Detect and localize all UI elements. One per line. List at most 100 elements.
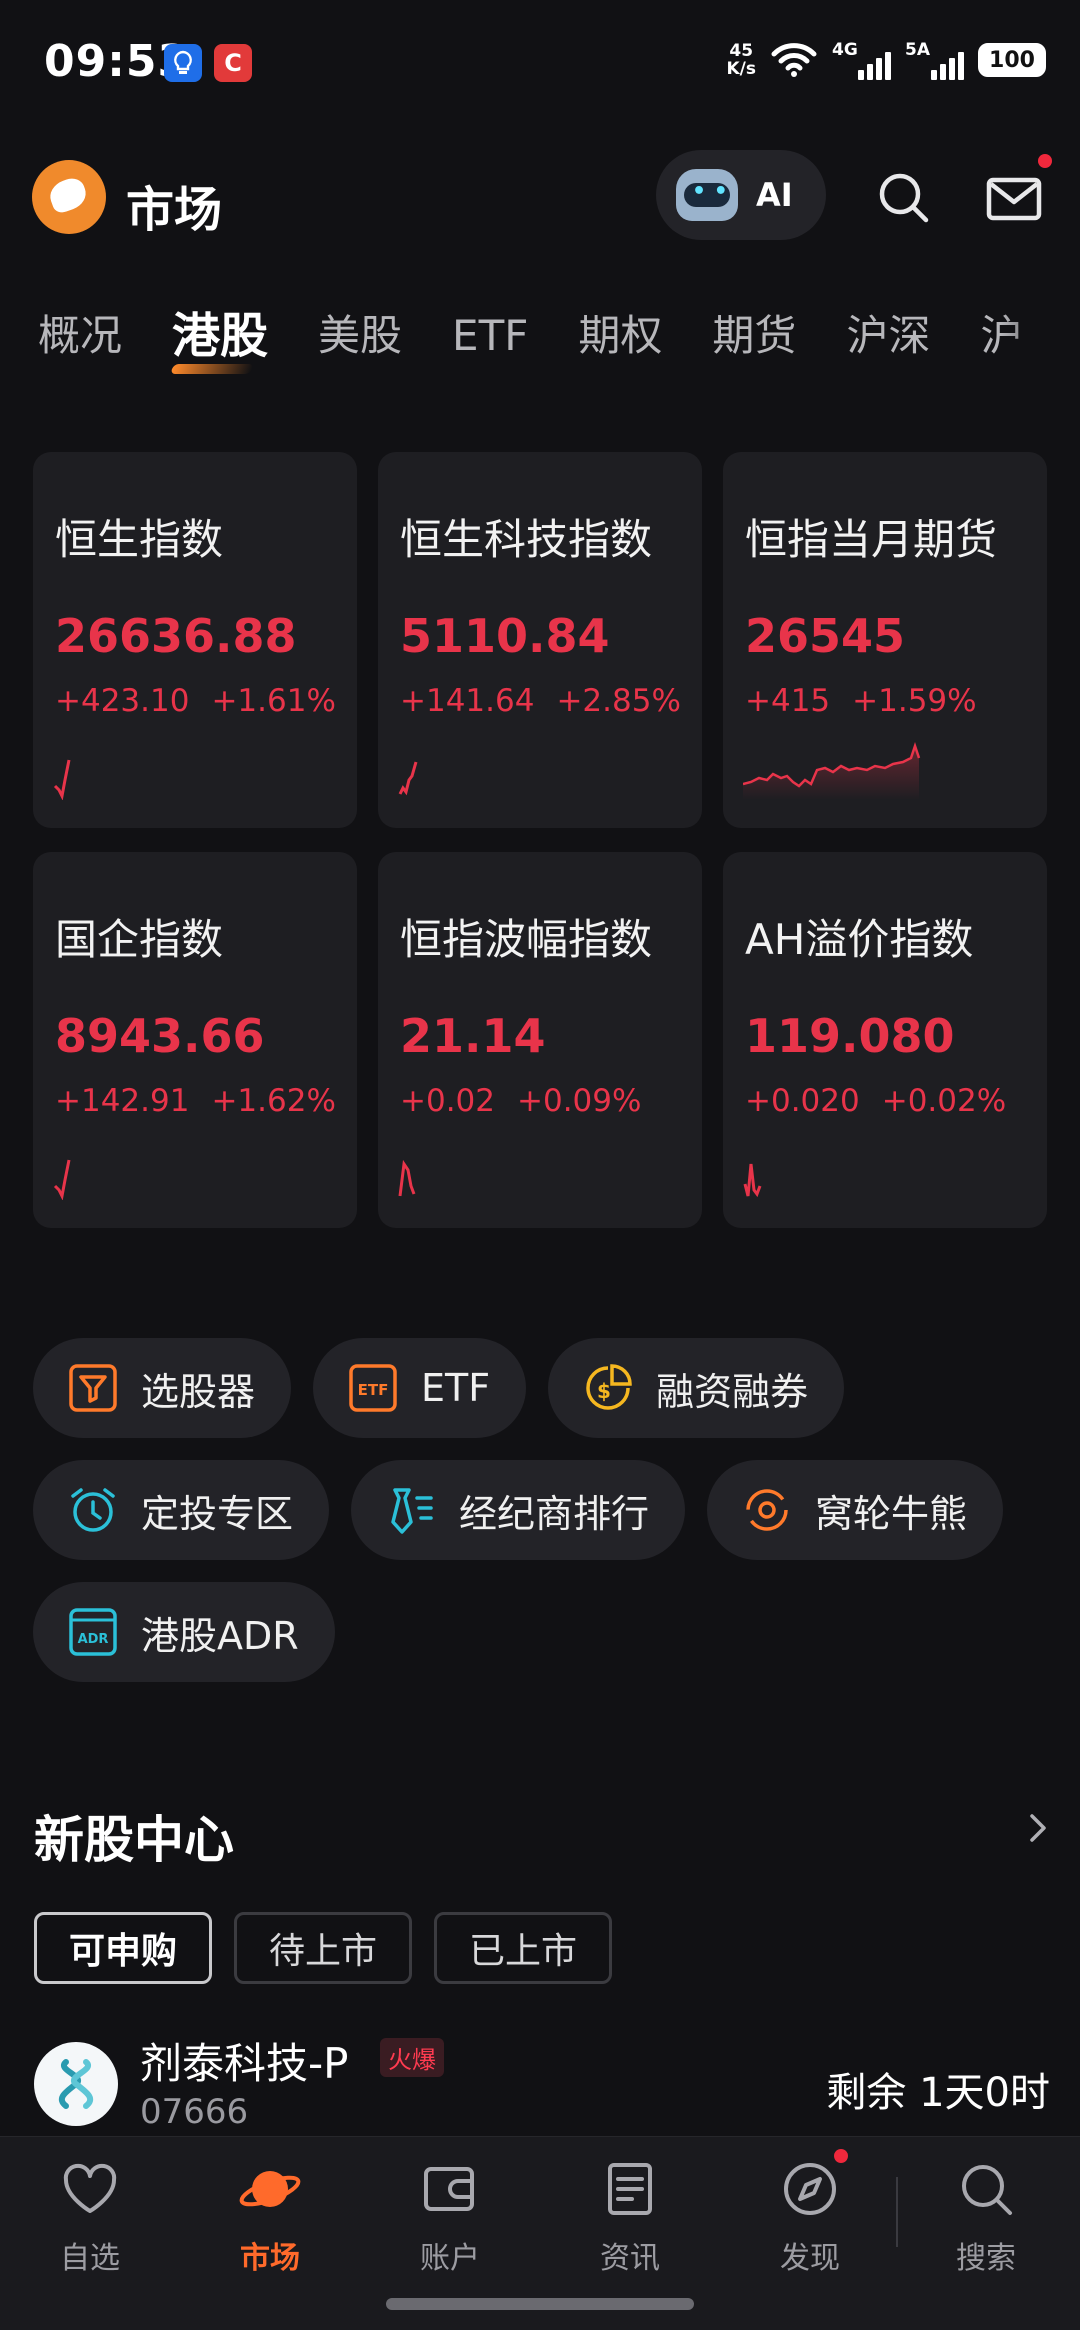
ai-label: AI (756, 176, 793, 214)
planet-icon (239, 2171, 301, 2207)
mail-icon[interactable] (984, 168, 1044, 228)
tab-us-stocks[interactable]: 美股 (318, 300, 402, 380)
tab-futures[interactable]: 期货 (712, 300, 796, 380)
nav-news[interactable]: 资讯 (540, 2157, 720, 2277)
index-card-vhsi[interactable]: 恒指波幅指数 21.14 +0.02 +0.09% (378, 852, 702, 1228)
quick-label: ETF (421, 1366, 491, 1410)
signal-5a-label: 5A (905, 40, 930, 60)
nav-label: 发现 (780, 2241, 840, 2276)
page-title: 市场 (126, 182, 223, 238)
ipo-list-item[interactable]: 剂泰科技-P 火爆 07666 剩余 1天0时 (34, 2030, 1050, 2140)
nav-discover[interactable]: 发现 (720, 2157, 900, 2277)
ipo-center-title[interactable]: 新股中心 (34, 1800, 234, 1872)
nav-label: 搜索 (956, 2241, 1016, 2276)
etf-icon: ETF (349, 1364, 397, 1412)
nav-market[interactable]: 市场 (180, 2157, 360, 2277)
margin-trading-button[interactable]: $ 融资融券 (548, 1338, 845, 1438)
index-price: 119.080 (745, 1009, 955, 1063)
tab-etf[interactable]: ETF (452, 300, 528, 380)
ai-assistant-button[interactable]: AI (656, 150, 826, 240)
tab-hk-stocks[interactable]: 港股 (172, 300, 268, 380)
chevron-right-icon[interactable] (1024, 1808, 1054, 1848)
nav-label: 资讯 (600, 2241, 660, 2276)
warrants-cbbc-button[interactable]: 窝轮牛熊 (707, 1460, 1004, 1560)
mail-notification-dot (1038, 154, 1052, 168)
etf-button[interactable]: ETF ETF (313, 1338, 527, 1438)
index-card-hsi-futures[interactable]: 恒指当月期货 26545 +415 +1.59% (723, 452, 1047, 828)
ipo-stock-code: 07666 (140, 2092, 249, 2132)
compass-icon (784, 2163, 836, 2215)
signal-5a: 5A (905, 40, 964, 80)
index-name: 恒指当月期货 (745, 515, 998, 564)
index-name: 恒指波幅指数 (400, 915, 653, 964)
index-name: AH溢价指数 (745, 915, 974, 964)
alarm-clock-icon (71, 1488, 115, 1532)
nav-label: 账户 (420, 2241, 480, 2276)
index-card-hscei[interactable]: 国企指数 8943.66 +142.91 +1.62% (33, 852, 357, 1228)
index-change-pct: +0.02% (881, 1083, 1007, 1119)
sparkline (743, 1163, 762, 1198)
index-cards: 恒生指数 26636.88 +423.10 +1.61% 恒生科技指数 5110.… (33, 452, 1047, 1228)
robot-icon (676, 169, 738, 221)
sparkline (398, 761, 418, 796)
index-card-hsi[interactable]: 恒生指数 26636.88 +423.10 +1.61% (33, 452, 357, 828)
battery-indicator: 100 (978, 43, 1046, 77)
home-indicator[interactable] (386, 2298, 694, 2310)
index-change: +415 (745, 683, 831, 719)
index-price: 8943.66 (55, 1009, 265, 1063)
header: 市场 AI (0, 150, 1080, 260)
index-change-pct: +1.61% (211, 683, 336, 719)
quick-label: 经纪商排行 (459, 1491, 650, 1536)
index-name: 国企指数 (55, 915, 224, 964)
heart-icon (63, 2163, 117, 2213)
rotate-icon (746, 1489, 788, 1531)
c-app-icon: C (214, 44, 252, 82)
tab-overview[interactable]: 概况 (38, 300, 122, 380)
quick-functions: 选股器 ETF ETF $ 融资融券 定投专区 经纪商排行 窝轮牛熊 ADR 港… (33, 1338, 1047, 1704)
quick-label: 选股器 (141, 1369, 256, 1414)
index-price: 26636.88 (55, 609, 297, 663)
svg-text:ADR: ADR (78, 1632, 109, 1647)
index-card-ah-premium[interactable]: AH溢价指数 119.080 +0.020 +0.02% (723, 852, 1047, 1228)
status-bar: 09:53 C 45 K/s 4G 5A 100 (0, 0, 1080, 130)
index-change: +142.91 (55, 1083, 190, 1119)
index-price: 5110.84 (400, 609, 610, 663)
sparkline (743, 742, 921, 800)
tab-options[interactable]: 期权 (578, 300, 662, 380)
status-indicators: 45 K/s 4G 5A 100 (726, 40, 1046, 80)
ipo-tab-upcoming[interactable]: 待上市 (234, 1912, 413, 1984)
index-change-pct: +1.62% (211, 1083, 336, 1119)
market-tabs: 概况 港股 美股 ETF 期权 期货 沪深 沪 (38, 300, 1080, 380)
ipo-tab-listed[interactable]: 已上市 (434, 1912, 613, 1984)
wifi-icon (771, 43, 817, 77)
index-card-hstech[interactable]: 恒生科技指数 5110.84 +141.64 +2.85% (378, 452, 702, 828)
tab-shanghai-shenzhen[interactable]: 沪深 (846, 300, 930, 380)
company-logo (34, 2042, 118, 2126)
quick-label: 融资融券 (656, 1369, 809, 1414)
nav-search[interactable]: 搜索 (896, 2157, 1076, 2277)
nav-watchlist[interactable]: 自选 (0, 2157, 180, 2277)
stock-screener-button[interactable]: 选股器 (33, 1338, 292, 1438)
index-change-pct: +0.09% (517, 1083, 642, 1119)
discover-notification-dot (834, 2149, 848, 2163)
quick-label: 窝轮牛熊 (815, 1491, 968, 1536)
tie-icon (391, 1488, 433, 1534)
nav-label: 市场 (240, 2241, 300, 2276)
hk-adr-button[interactable]: ADR 港股ADR (33, 1582, 335, 1682)
net-speed-value: 45 (729, 41, 754, 61)
sparkline (53, 1159, 71, 1200)
nav-label: 自选 (60, 2241, 120, 2276)
ipo-tabs: 可申购 待上市 已上市 (34, 1912, 613, 1984)
ipo-tab-subscribable[interactable]: 可申购 (34, 1912, 213, 1984)
regular-investment-button[interactable]: 定投专区 (33, 1460, 330, 1560)
nav-account[interactable]: 账户 (360, 2157, 540, 2277)
broker-ranking-button[interactable]: 经纪商排行 (351, 1460, 686, 1560)
index-change: +141.64 (400, 683, 535, 719)
signal-4g: 4G (832, 40, 891, 80)
news-icon (608, 2163, 652, 2215)
sparkline (53, 759, 71, 800)
index-price: 26545 (745, 609, 906, 663)
coin-chart-icon: $ (586, 1364, 632, 1410)
search-icon[interactable] (874, 168, 934, 228)
wallet-icon (424, 2167, 474, 2211)
